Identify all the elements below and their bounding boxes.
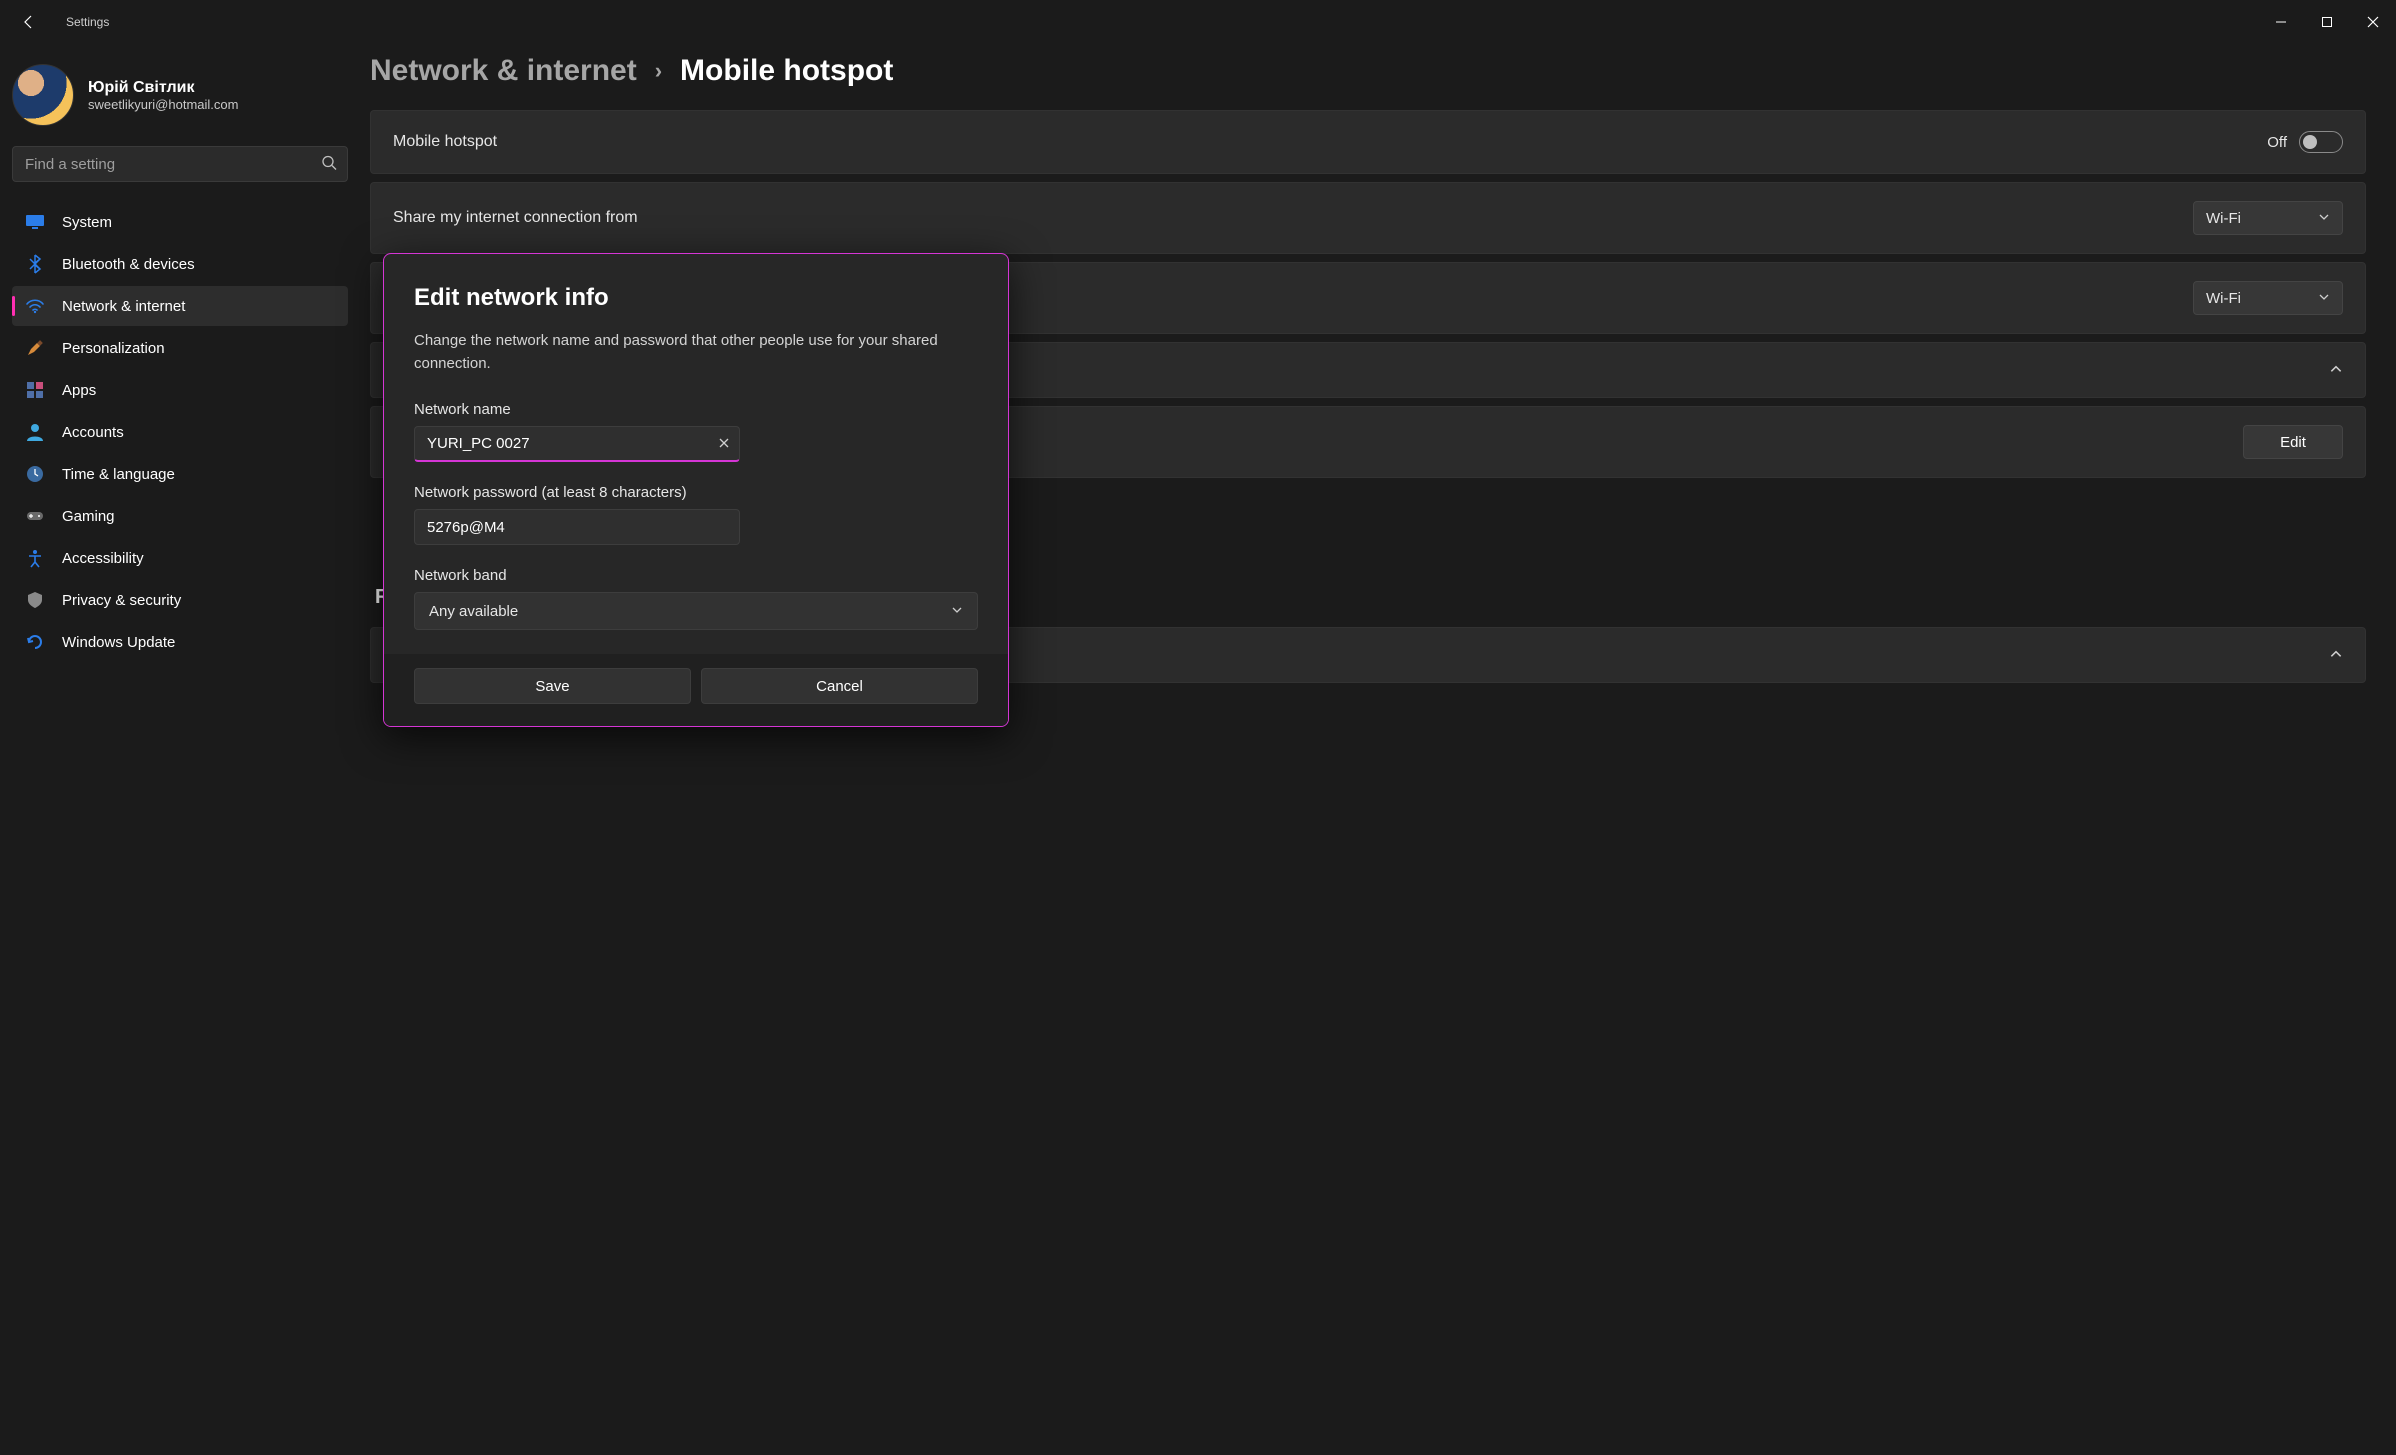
toggle-switch[interactable] [2299,131,2343,153]
nav-label: Accounts [62,424,124,441]
accessibility-icon [24,547,46,569]
wifi-icon [24,295,46,317]
network-password-label: Network password (at least 8 characters) [414,484,978,501]
breadcrumb-current: Mobile hotspot [680,54,893,88]
nav-label: Privacy & security [62,592,181,609]
toggle-knob [2303,135,2317,149]
edit-network-dialog: Edit network info Change the network nam… [383,253,1009,727]
titlebar: Settings [0,0,2396,44]
chevron-down-icon [951,603,963,620]
apps-icon [24,379,46,401]
chevron-down-icon [2318,290,2330,307]
chevron-right-icon: › [655,58,662,84]
nav-label: Windows Update [62,634,175,651]
nav-item-time-language[interactable]: Time & language [12,454,348,494]
card-label: Mobile hotspot [393,133,497,151]
nav-item-apps[interactable]: Apps [12,370,348,410]
search-box[interactable] [12,146,348,182]
app-title: Settings [66,15,109,29]
back-button[interactable] [20,13,38,31]
network-band-label: Network band [414,567,978,584]
share-from-dropdown[interactable]: Wi-Fi [2193,201,2343,235]
search-icon [321,155,337,174]
nav-item-accessibility[interactable]: Accessibility [12,538,348,578]
nav-item-gaming[interactable]: Gaming [12,496,348,536]
nav-item-accounts[interactable]: Accounts [12,412,348,452]
nav-label: Accessibility [62,550,144,567]
profile-email: sweetlikyuri@hotmail.com [88,97,238,112]
gamepad-icon [24,505,46,527]
person-icon [24,421,46,443]
avatar [12,64,74,126]
search-input[interactable] [25,147,311,181]
close-button[interactable] [2350,6,2396,38]
nav-item-system[interactable]: System [12,202,348,242]
nav-item-privacy[interactable]: Privacy & security [12,580,348,620]
profile-name: Юрій Світлик [88,79,238,97]
card-label: Share my internet connection from [393,209,638,227]
window-controls [2258,6,2396,38]
clock-icon [24,463,46,485]
nav-label: Bluetooth & devices [62,256,195,273]
breadcrumb-parent[interactable]: Network & internet [370,54,637,88]
clear-input-icon[interactable] [718,436,730,452]
brush-icon [24,337,46,359]
network-band-select[interactable]: Any available [414,592,978,630]
shield-icon [24,589,46,611]
breadcrumb: Network & internet › Mobile hotspot [370,54,2366,88]
nav-label: Personalization [62,340,165,357]
dialog-description: Change the network name and password tha… [414,330,978,375]
shell: Юрій Світлик sweetlikyuri@hotmail.com Sy… [0,44,2396,1455]
toggle-state-label: Off [2267,134,2287,151]
share-over-dropdown[interactable]: Wi-Fi [2193,281,2343,315]
nav-label: Gaming [62,508,115,525]
network-name-label: Network name [414,401,978,418]
network-password-input[interactable] [414,509,740,545]
bluetooth-icon [24,253,46,275]
sidebar: Юрій Світлик sweetlikyuri@hotmail.com Sy… [0,44,360,1455]
cancel-button[interactable]: Cancel [701,668,978,704]
nav-item-network[interactable]: Network & internet [12,286,348,326]
nav-item-bluetooth[interactable]: Bluetooth & devices [12,244,348,284]
monitor-icon [24,211,46,233]
nav-label: Time & language [62,466,175,483]
profile-block[interactable]: Юрій Світлик sweetlikyuri@hotmail.com [12,60,348,138]
select-value: Any available [429,603,518,620]
save-button[interactable]: Save [414,668,691,704]
nav-label: Network & internet [62,298,185,315]
chevron-up-icon [2329,647,2343,664]
network-name-input[interactable] [414,426,740,462]
chevron-up-icon [2329,362,2343,379]
nav: System Bluetooth & devices Network & int… [12,202,348,662]
dialog-title: Edit network info [414,284,978,312]
nav-label: Apps [62,382,96,399]
nav-label: System [62,214,112,231]
chevron-down-icon [2318,210,2330,227]
edit-button[interactable]: Edit [2243,425,2343,459]
dropdown-value: Wi-Fi [2206,210,2241,227]
maximize-button[interactable] [2304,6,2350,38]
hotspot-toggle-card: Mobile hotspot Off [370,110,2366,174]
update-icon [24,631,46,653]
nav-item-personalization[interactable]: Personalization [12,328,348,368]
minimize-button[interactable] [2258,6,2304,38]
hotspot-toggle[interactable]: Off [2267,131,2343,153]
dropdown-value: Wi-Fi [2206,290,2241,307]
nav-item-windows-update[interactable]: Windows Update [12,622,348,662]
share-from-card: Share my internet connection from Wi-Fi [370,182,2366,254]
